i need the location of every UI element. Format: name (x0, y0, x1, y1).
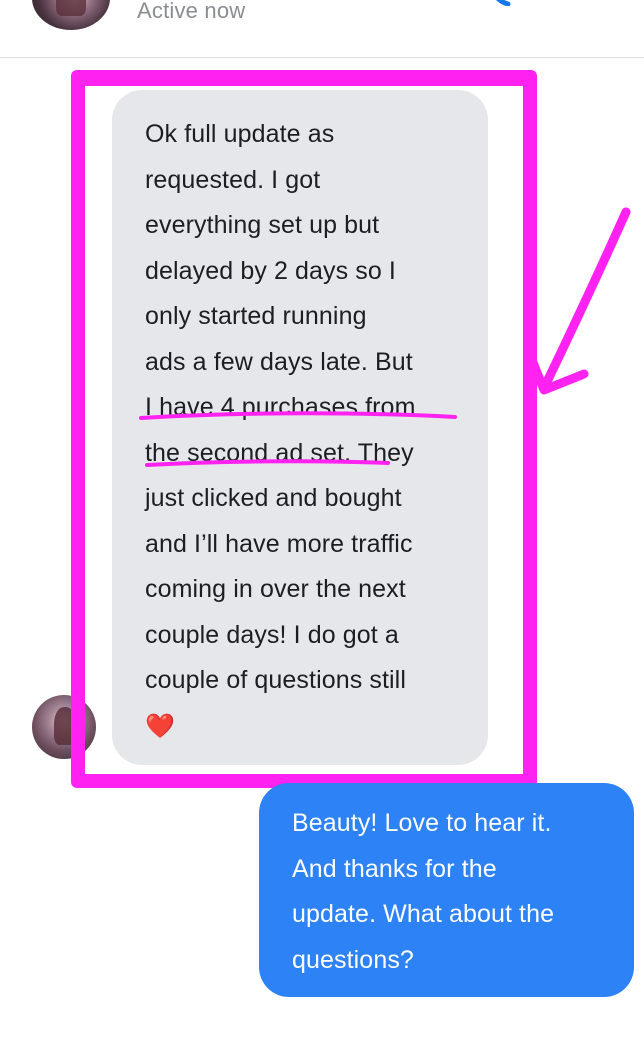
incoming-message-bubble[interactable]: Ok full update as requested. I got every… (112, 90, 488, 765)
heart-icon: ❤️ (145, 712, 175, 740)
heart-emoji-line: ❤️ (145, 704, 468, 750)
message-line: just clicked and bought (145, 484, 402, 512)
message-line: delayed by 2 days so I (145, 256, 396, 285)
message-line: couple days! I do got a (145, 620, 399, 649)
pointing-arrow (539, 207, 631, 393)
outgoing-message-text: Beauty! Love to hear it. And thanks for … (292, 801, 624, 983)
message-line: ads a few days late. But (145, 347, 413, 376)
message-line: the second ad set. They (145, 438, 414, 467)
message-line: And thanks for the (292, 854, 497, 883)
message-line: Ok full update as (145, 120, 335, 148)
message-line: requested. I got (145, 165, 321, 194)
message-line: I have 4 purchases from (145, 393, 416, 421)
message-line: only started running (145, 302, 367, 330)
phone-icon[interactable] (490, 0, 518, 6)
outgoing-message-bubble[interactable]: Beauty! Love to hear it. And thanks for … (259, 783, 634, 997)
message-line: and I’ll have more traffic (145, 529, 413, 558)
sender-avatar[interactable] (32, 695, 96, 759)
message-line: Beauty! Love to hear it. (292, 809, 552, 837)
message-line: everything set up but (145, 211, 380, 239)
video-camera-icon[interactable] (568, 0, 598, 4)
message-line: couple of questions still (145, 666, 406, 694)
message-line: questions? (292, 945, 414, 974)
message-line: coming in over the next (145, 575, 406, 603)
chat-header: Active now (0, 0, 644, 58)
incoming-message-text: Ok full update as requested. I got every… (145, 112, 468, 749)
message-line: update. What about the (292, 900, 555, 928)
contact-avatar[interactable] (32, 0, 110, 30)
arrow-head (523, 345, 589, 395)
contact-status: Active now (137, 0, 246, 23)
